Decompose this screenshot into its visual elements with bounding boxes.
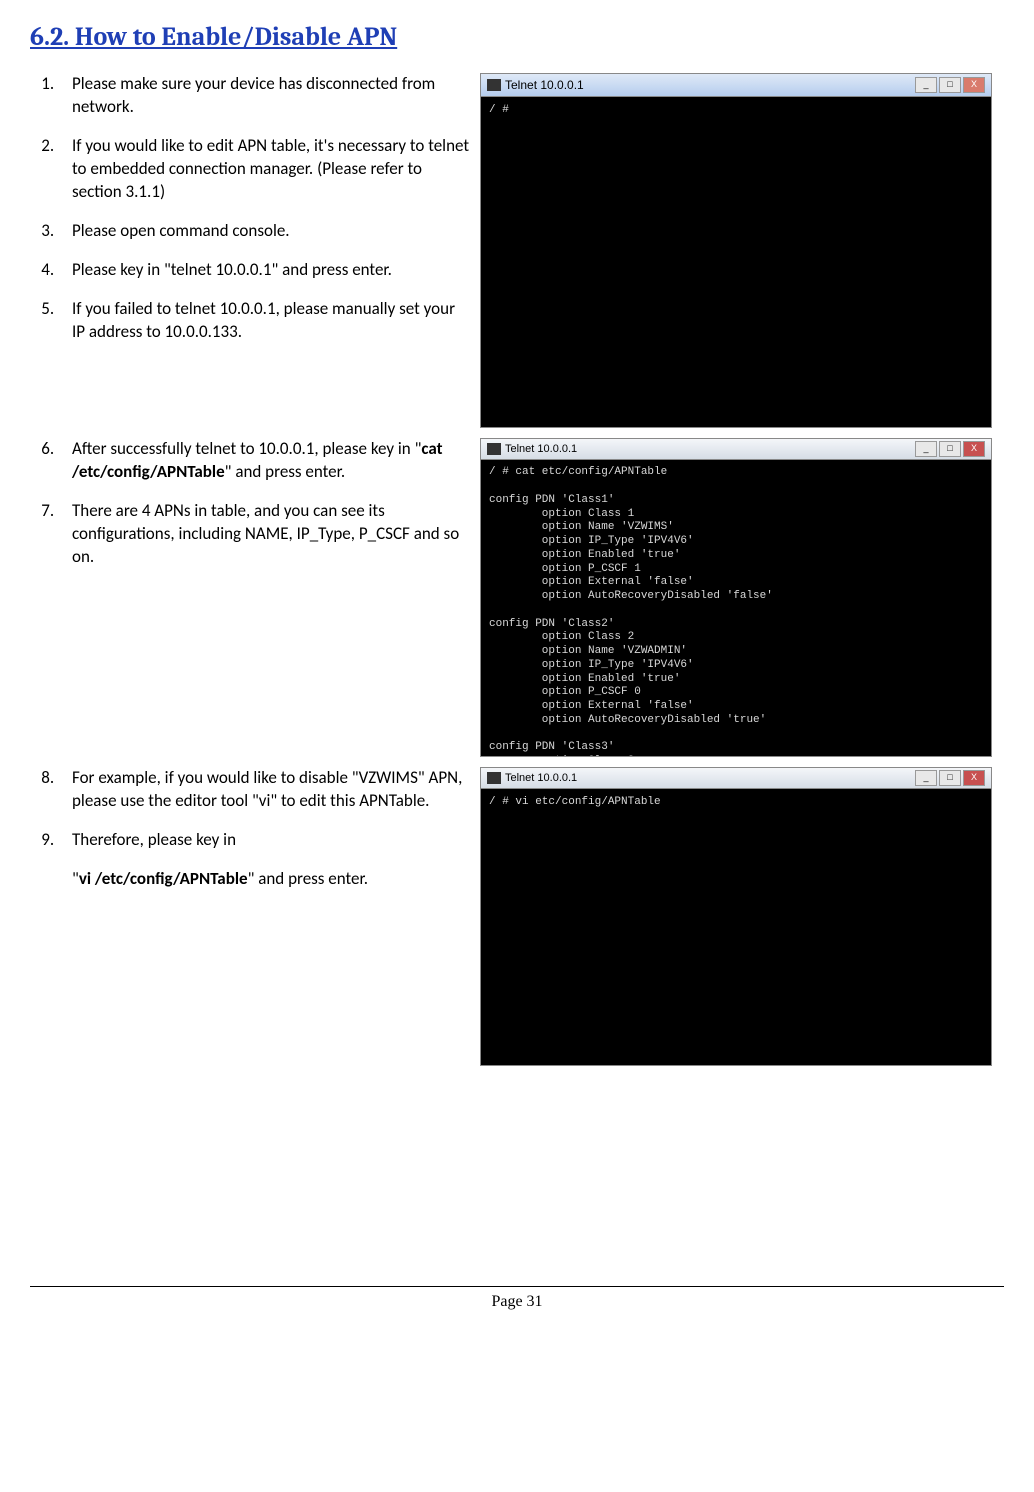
terminal-icon — [487, 772, 501, 784]
terminal-body-2: / # cat etc/config/APNTable config PDN '… — [481, 460, 991, 756]
terminal-icon — [487, 443, 501, 455]
close-button[interactable]: X — [963, 77, 985, 93]
terminal-titlebar-1: Telnet 10.0.0.1 _ □ X — [481, 74, 991, 97]
minimize-button[interactable]: _ — [915, 441, 937, 457]
instruction-block-1: Please make sure your device has disconn… — [30, 73, 470, 359]
step-6: After successfully telnet to 10.0.0.1, p… — [58, 438, 470, 484]
instruction-block-2: After successfully telnet to 10.0.0.1, p… — [30, 438, 470, 585]
close-button[interactable]: X — [963, 770, 985, 786]
maximize-button[interactable]: □ — [939, 441, 961, 457]
terminal-body-3: / # vi etc/config/APNTable — [481, 789, 991, 1065]
maximize-button[interactable]: □ — [939, 770, 961, 786]
terminal-title-text-3: Telnet 10.0.0.1 — [505, 771, 577, 786]
step-2: If you would like to edit APN table, it'… — [58, 135, 470, 204]
step-9-sub: "vi /etc/config/APNTable" and press ente… — [72, 868, 470, 891]
minimize-button[interactable]: _ — [915, 77, 937, 93]
maximize-button[interactable]: □ — [939, 77, 961, 93]
terminal-body-1: / # — [481, 97, 991, 427]
step-5: If you failed to telnet 10.0.0.1, please… — [58, 298, 470, 344]
terminal-icon — [487, 79, 501, 91]
terminal-window-2: Telnet 10.0.0.1 _ □ X / # cat etc/config… — [480, 438, 992, 757]
minimize-button[interactable]: _ — [915, 770, 937, 786]
page-footer: Page 31 — [30, 1286, 1004, 1313]
terminal-window-3: Telnet 10.0.0.1 _ □ X / # vi etc/config/… — [480, 767, 992, 1066]
section-heading: 6.2. How to Enable/Disable APN — [30, 20, 1004, 55]
step-8: For example, if you would like to disabl… — [58, 767, 470, 813]
terminal-window-1: Telnet 10.0.0.1 _ □ X / # — [480, 73, 992, 428]
close-button[interactable]: X — [963, 441, 985, 457]
terminal-titlebar-2: Telnet 10.0.0.1 _ □ X — [481, 439, 991, 460]
terminal-titlebar-3: Telnet 10.0.0.1 _ □ X — [481, 768, 991, 789]
step-7: There are 4 APNs in table, and you can s… — [58, 500, 470, 569]
terminal-title-text-1: Telnet 10.0.0.1 — [505, 77, 584, 93]
step-9: Therefore, please key in — [58, 829, 470, 852]
step-1: Please make sure your device has disconn… — [58, 73, 470, 119]
step-3: Please open command console. — [58, 220, 470, 243]
step-4: Please key in "telnet 10.0.0.1" and pres… — [58, 259, 470, 282]
instruction-block-3: For example, if you would like to disabl… — [30, 767, 470, 891]
terminal-title-text-2: Telnet 10.0.0.1 — [505, 442, 577, 457]
